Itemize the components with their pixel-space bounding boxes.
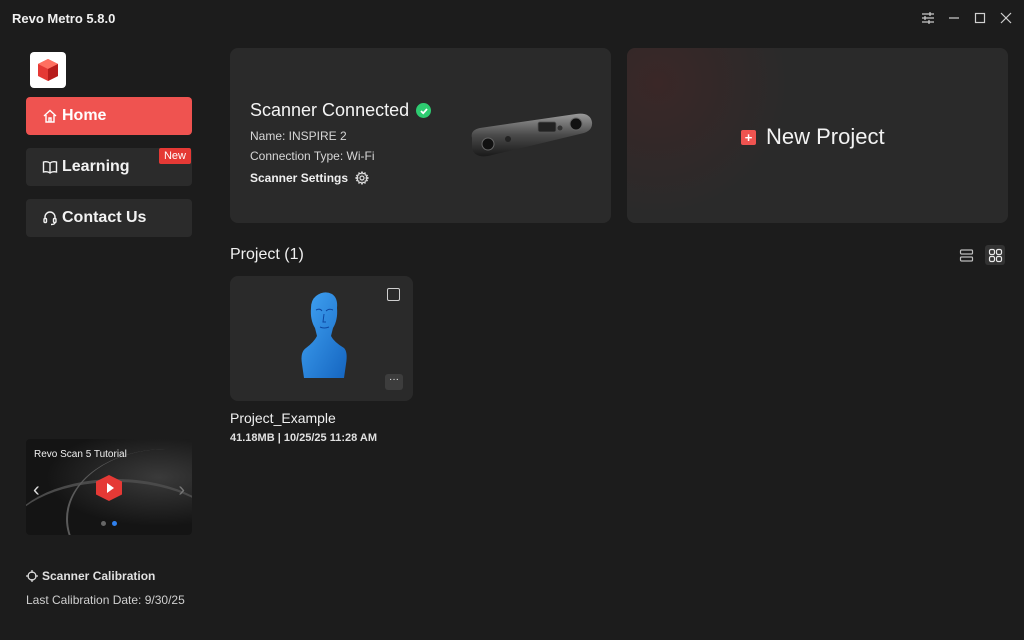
plus-icon: + bbox=[741, 129, 756, 145]
check-circle-icon bbox=[416, 103, 432, 118]
window-controls bbox=[918, 8, 1016, 28]
scanner-status-label: Scanner Connected bbox=[250, 100, 410, 120]
list-view-icon[interactable] bbox=[956, 245, 976, 265]
app-logo bbox=[30, 52, 66, 88]
connection-type: Connection Type: Wi-Fi bbox=[250, 149, 375, 163]
sidebar-item-home[interactable]: Home bbox=[26, 97, 192, 135]
maximize-icon[interactable] bbox=[970, 8, 990, 28]
scanner-settings-label: Scanner Settings bbox=[250, 171, 349, 185]
project-card[interactable]: ··· bbox=[230, 276, 413, 401]
calibration-label: Scanner Calibration bbox=[42, 569, 156, 583]
new-project-content: + New Project bbox=[741, 124, 885, 150]
scanner-status: Scanner Connected bbox=[250, 100, 432, 121]
crosshair-icon bbox=[26, 570, 38, 582]
carousel-dot[interactable] bbox=[101, 521, 106, 526]
headset-icon bbox=[43, 211, 57, 226]
new-project-button[interactable]: + New Project bbox=[627, 48, 1008, 223]
project-select-checkbox[interactable] bbox=[387, 288, 400, 301]
home-icon bbox=[43, 109, 57, 123]
scanner-name: Name: INSPIRE 2 bbox=[250, 129, 347, 143]
gear-icon bbox=[355, 171, 370, 185]
book-icon bbox=[42, 161, 58, 174]
project-meta: 41.18MB | 10/25/25 11:28 AM bbox=[230, 432, 377, 444]
scanner-settings-link[interactable]: Scanner Settings bbox=[250, 171, 370, 185]
app-title: Revo Metro 5.8.0 bbox=[12, 11, 116, 26]
sidebar-item-label: Home bbox=[62, 107, 107, 124]
carousel-dot[interactable] bbox=[112, 521, 117, 526]
tutorial-carousel[interactable]: Revo Scan 5 Tutorial ‹ › bbox=[26, 439, 192, 535]
projects-heading: Project (1) bbox=[230, 246, 304, 263]
sidebar-item-learning[interactable]: Learning New bbox=[26, 148, 192, 186]
scanner-status-card: Scanner Connected Name: INSPIRE 2 Connec… bbox=[230, 48, 611, 223]
carousel-dots bbox=[101, 521, 117, 526]
chevron-left-icon[interactable]: ‹ bbox=[33, 479, 40, 502]
revo-logo-icon bbox=[38, 59, 58, 81]
sidebar-item-label: Learning bbox=[62, 158, 130, 175]
close-icon[interactable] bbox=[996, 8, 1016, 28]
tutorial-title: Revo Scan 5 Tutorial bbox=[34, 449, 127, 460]
decorative-swoosh bbox=[66, 449, 192, 535]
new-project-label: New Project bbox=[766, 124, 885, 149]
sidebar-item-contact-us[interactable]: Contact Us bbox=[26, 199, 192, 237]
project-name[interactable]: Project_Example bbox=[230, 410, 336, 426]
scanner-device-image bbox=[471, 113, 593, 157]
more-options-icon[interactable]: ··· bbox=[385, 374, 403, 390]
last-calibration-date: Last Calibration Date: 9/30/25 bbox=[26, 593, 185, 607]
grid-view-icon[interactable] bbox=[985, 245, 1005, 265]
new-badge: New bbox=[158, 148, 191, 164]
title-bar: Revo Metro 5.8.0 bbox=[0, 0, 1024, 36]
scanner-calibration-link[interactable]: Scanner Calibration bbox=[26, 569, 155, 583]
sidebar-item-label: Contact Us bbox=[62, 209, 147, 226]
chevron-right-icon[interactable]: › bbox=[178, 479, 185, 502]
project-thumbnail bbox=[301, 292, 347, 378]
minimize-icon[interactable] bbox=[944, 8, 964, 28]
settings-sliders-icon[interactable] bbox=[918, 8, 938, 28]
